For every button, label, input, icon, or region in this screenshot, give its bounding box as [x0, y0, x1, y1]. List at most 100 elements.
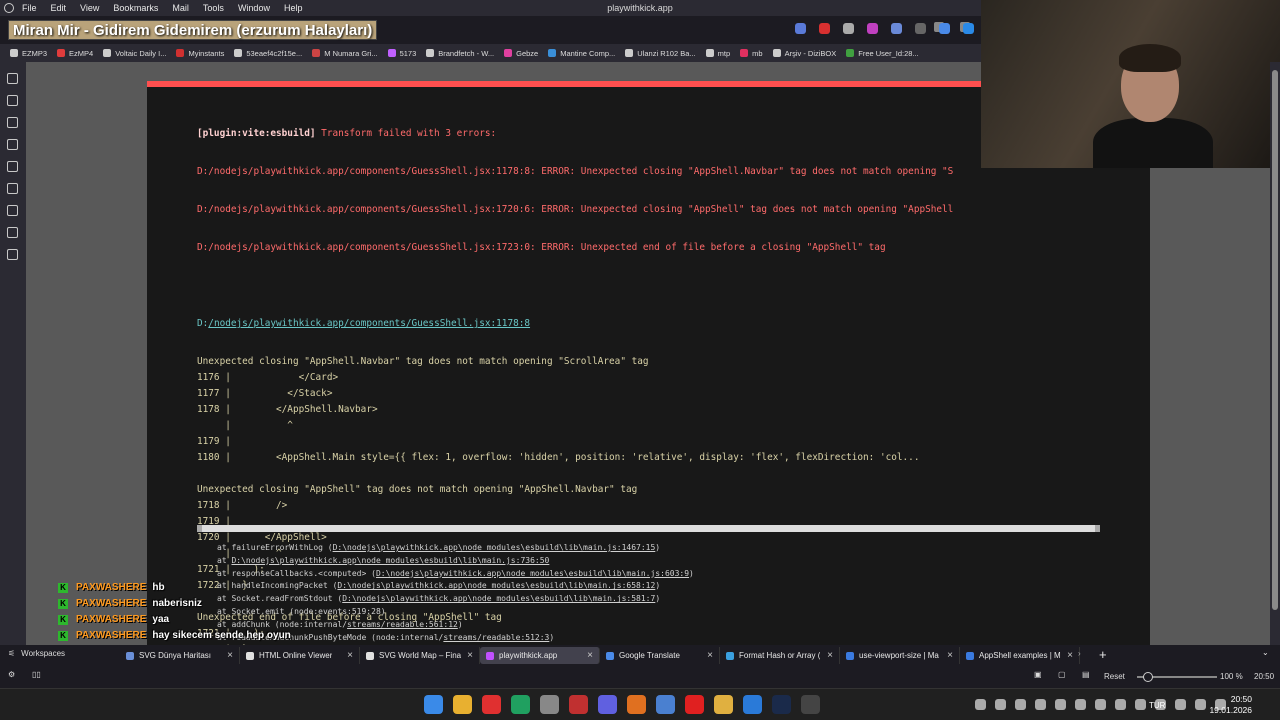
tray-app-icon[interactable]: [1055, 699, 1066, 710]
obs-icon[interactable]: [801, 695, 820, 714]
add-panel-icon[interactable]: [7, 249, 18, 260]
browser-tab[interactable]: Google Translate ×: [600, 647, 720, 664]
bookmark-item[interactable]: Voltaic Daily I...: [103, 49, 166, 58]
stack-file-link[interactable]: D:\nodejs\playwithkick.app\node_modules\…: [342, 594, 655, 603]
menu-view[interactable]: View: [80, 3, 99, 13]
stack-file-link[interactable]: streams/readable:512:3: [443, 633, 549, 642]
browser-tab[interactable]: HTML Online Viewer ×: [240, 647, 360, 664]
extension-icon[interactable]: [867, 23, 878, 34]
tab-close-icon[interactable]: ×: [1067, 650, 1073, 661]
menu-edit[interactable]: Edit: [51, 3, 67, 13]
tray-app-icon[interactable]: [1035, 699, 1046, 710]
extension-icon[interactable]: [915, 23, 926, 34]
menu-tools[interactable]: Tools: [203, 3, 224, 13]
illustrator-icon[interactable]: [627, 695, 646, 714]
tray-app-icon[interactable]: [1095, 699, 1106, 710]
bookmark-item[interactable]: M Numara Gri...: [312, 49, 378, 58]
capture-icon[interactable]: ▣: [1034, 670, 1042, 679]
tab-close-icon[interactable]: ×: [227, 650, 233, 661]
input-language[interactable]: TUR: [1149, 701, 1165, 710]
tab-close-icon[interactable]: ×: [347, 650, 353, 661]
notes-icon[interactable]: [7, 139, 18, 150]
windows-start-icon[interactable]: [424, 695, 443, 714]
bookmark-item[interactable]: mb: [740, 49, 763, 58]
menu-file[interactable]: File: [22, 3, 37, 13]
mail-icon[interactable]: [7, 227, 18, 238]
stack-file-link[interactable]: streams/readable:561:12: [347, 620, 458, 629]
tab-close-icon[interactable]: ×: [827, 650, 833, 661]
bookmark-item[interactable]: Ulanzi R102 Ba...: [625, 49, 696, 58]
browser-tab[interactable]: AppShell examples | M ×: [960, 647, 1080, 664]
zoom-slider[interactable]: [1137, 672, 1217, 682]
github-icon[interactable]: [540, 695, 559, 714]
app-icon[interactable]: [4, 3, 14, 13]
bookmark-panel-icon[interactable]: [7, 73, 18, 84]
browser-tab[interactable]: playwithkick.app ×: [480, 647, 600, 664]
bookmark-item[interactable]: Myinstants: [176, 49, 224, 58]
tray-app-icon[interactable]: [1015, 699, 1026, 710]
youtube-icon[interactable]: [685, 695, 704, 714]
record-icon[interactable]: [819, 23, 830, 34]
menu-window[interactable]: Window: [238, 3, 270, 13]
translate-panel-icon[interactable]: [7, 161, 18, 172]
bookmark-item[interactable]: Arşiv - DiziBOX: [772, 49, 836, 58]
bookmark-item[interactable]: Brandfetch - W...: [426, 49, 494, 58]
zoom-reset-button[interactable]: Reset: [1104, 672, 1125, 681]
history-icon[interactable]: [7, 117, 18, 128]
browser-tab[interactable]: Format Hash or Array (×: [720, 647, 840, 664]
tray-app-icon[interactable]: [1135, 699, 1146, 710]
tray-app-icon[interactable]: [1075, 699, 1086, 710]
vscode-icon[interactable]: [743, 695, 762, 714]
workspaces-button[interactable]: ⚟ Workspaces: [8, 649, 65, 658]
tab-close-icon[interactable]: ×: [587, 650, 593, 661]
tab-close-icon[interactable]: ×: [707, 650, 713, 661]
panel-toggle-icon[interactable]: ⚙: [8, 670, 15, 679]
bookmark-item[interactable]: EzMP4: [57, 49, 93, 58]
error-file-link[interactable]: /nodejs/playwithkick.app/components/Gues…: [208, 318, 530, 329]
shield-icon[interactable]: [843, 23, 854, 34]
bookmark-item[interactable]: Mantine Comp...: [548, 49, 615, 58]
tab-scroll-right-icon[interactable]: ›: [1078, 649, 1081, 658]
bookmark-item[interactable]: mtp: [705, 49, 730, 58]
tab-list-icon[interactable]: ⌄: [1262, 648, 1269, 657]
taskbar-clock[interactable]: 20:50 19.01.2026: [1209, 694, 1252, 716]
browser-tab[interactable]: use-viewport-size | Ma ×: [840, 647, 960, 664]
extension-icon[interactable]: [795, 23, 806, 34]
bookmark-item[interactable]: Free User_Id:28...: [846, 49, 919, 58]
menu-mail[interactable]: Mail: [172, 3, 189, 13]
filezilla-icon[interactable]: [569, 695, 588, 714]
bookmark-item[interactable]: 5173: [387, 49, 416, 58]
discord-icon[interactable]: [598, 695, 617, 714]
browser-tab[interactable]: SVG World Map – Fina ×: [360, 647, 480, 664]
stack-file-link[interactable]: D:\nodejs\playwithkick.app\node_modules\…: [337, 581, 655, 590]
blender-icon[interactable]: [656, 695, 675, 714]
new-tab-button[interactable]: +: [1099, 647, 1107, 662]
image-icon[interactable]: ▤: [1082, 670, 1090, 679]
stack-file-link[interactable]: D:\nodejs\playwithkick.app\node_modules\…: [231, 556, 549, 565]
tray-chevron-icon[interactable]: [975, 699, 986, 710]
page-scrollbar[interactable]: [1270, 62, 1280, 645]
tray-app-icon[interactable]: [1195, 699, 1206, 710]
extension-icon[interactable]: [963, 23, 974, 34]
downloads-icon[interactable]: [7, 95, 18, 106]
scrollbar-thumb[interactable]: [1272, 70, 1278, 610]
reading-list-icon[interactable]: [7, 205, 18, 216]
tray-app-icon[interactable]: [1115, 699, 1126, 710]
terminal-icon[interactable]: [511, 695, 530, 714]
zoom-slider-handle[interactable]: [1143, 672, 1153, 682]
bookmark-item[interactable]: EZMP3: [10, 49, 47, 58]
window-icon[interactable]: ▢: [1058, 670, 1066, 679]
stack-file-link[interactable]: D:\nodejs\playwithkick.app\node_modules\…: [376, 569, 689, 578]
vivaldi-icon[interactable]: [482, 695, 501, 714]
bookmark-item[interactable]: Gebze: [504, 49, 538, 58]
browser-tab[interactable]: SVG Dünya Haritası ×: [120, 647, 240, 664]
chrome-icon[interactable]: [453, 695, 472, 714]
tray-app-icon[interactable]: [995, 699, 1006, 710]
horizontal-scrollbar[interactable]: [197, 525, 1100, 532]
tray-app-icon[interactable]: [1175, 699, 1186, 710]
window-panel-icon[interactable]: [7, 183, 18, 194]
bookmark-item[interactable]: 53eaef4c2f15e...: [234, 49, 302, 58]
steam-icon[interactable]: [772, 695, 791, 714]
tab-close-icon[interactable]: ×: [467, 650, 473, 661]
stack-file-link[interactable]: D:\nodejs\playwithkick.app\node_modules\…: [333, 543, 656, 552]
